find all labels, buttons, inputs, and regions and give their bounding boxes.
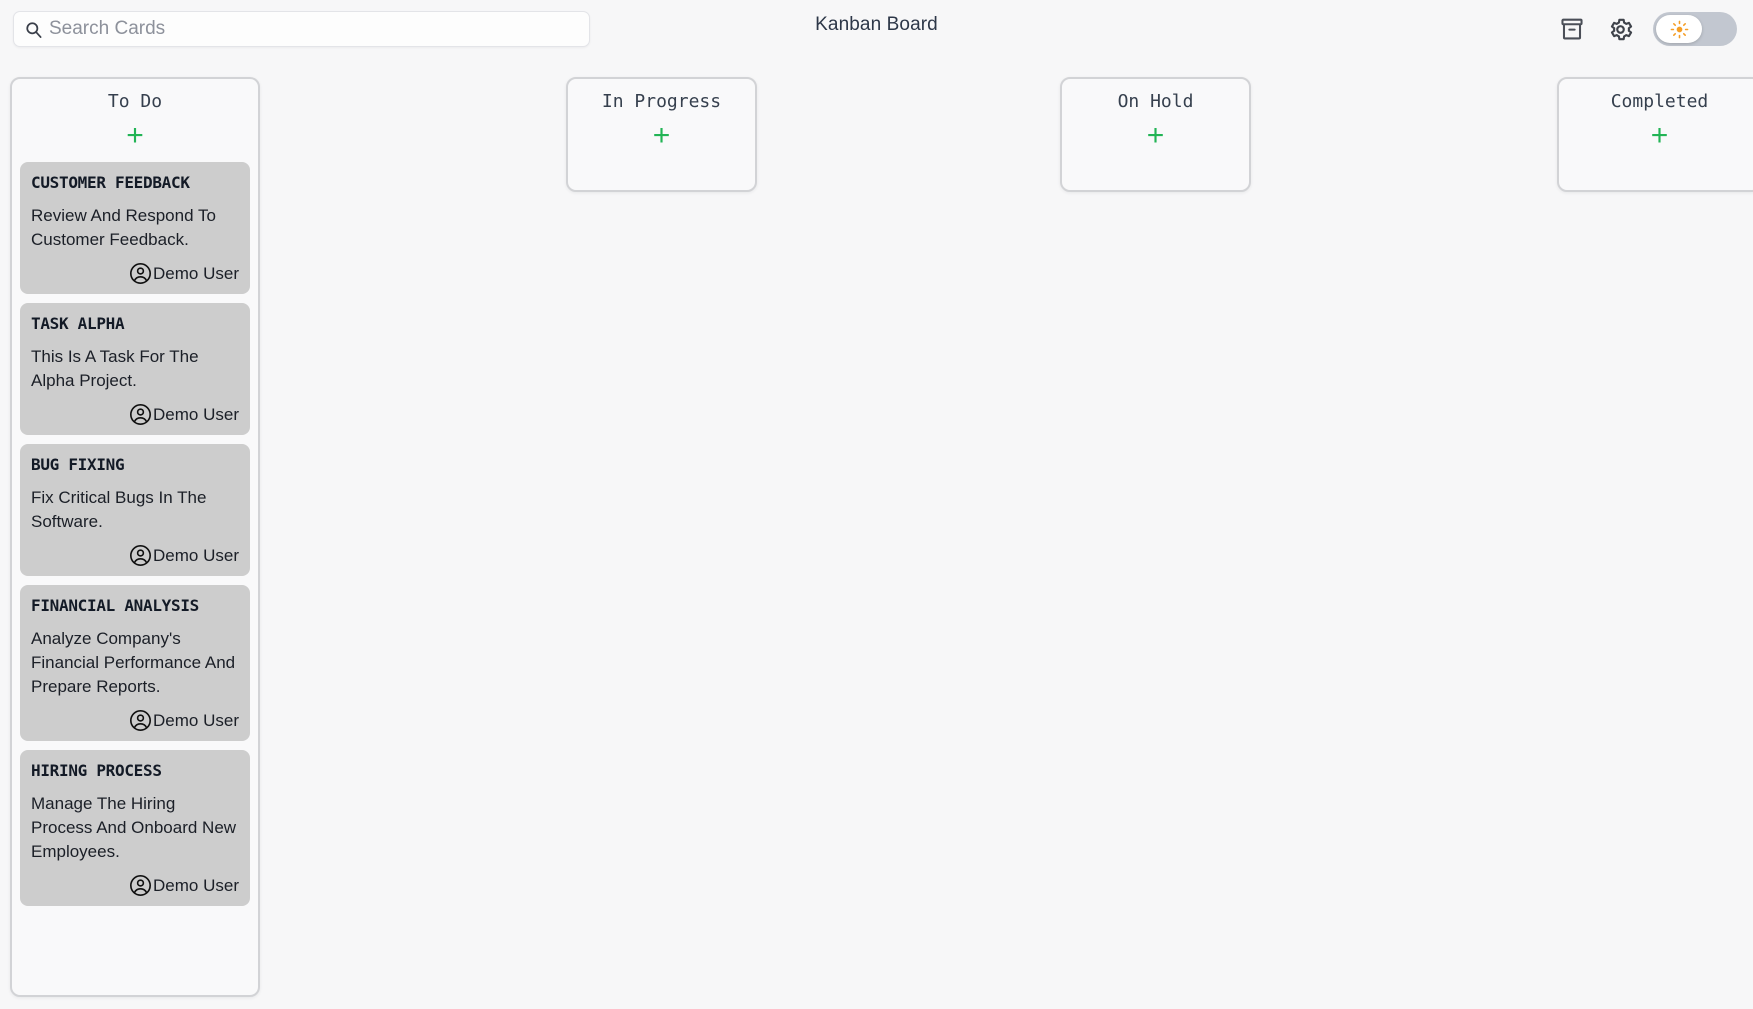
column-header: In Progress + <box>568 79 755 151</box>
settings-button[interactable] <box>1605 14 1635 44</box>
card-list <box>1559 162 1753 170</box>
gear-icon <box>1607 16 1634 43</box>
theme-toggle-knob <box>1656 15 1702 43</box>
avatar-icon <box>129 262 152 285</box>
card-description: Fix Critical Bugs In The Software. <box>31 488 207 531</box>
page-title: Kanban Board <box>815 14 938 35</box>
add-card-button[interactable]: + <box>648 121 676 151</box>
card-footer: Demo User <box>31 262 239 285</box>
card-title: CUSTOMER FEEDBACK <box>31 173 190 192</box>
column-completed[interactable]: Completed + <box>1557 77 1753 192</box>
column-header: To Do + <box>12 79 258 151</box>
column-title: To Do <box>107 91 163 112</box>
card[interactable]: BUG FIXING Fix Critical Bugs In The Soft… <box>20 444 250 576</box>
card-list <box>1062 162 1249 170</box>
column-to-do[interactable]: To Do + CUSTOMER FEEDBACK Review And Res… <box>10 77 260 997</box>
avatar-icon <box>129 403 152 426</box>
add-card-button[interactable]: + <box>1142 121 1170 151</box>
sun-icon <box>1670 20 1689 39</box>
column-title: Completed <box>1610 91 1709 112</box>
add-card-button[interactable]: + <box>121 121 149 151</box>
card-footer: Demo User <box>31 544 239 567</box>
card-title: HIRING PROCESS <box>31 761 162 780</box>
column-header: Completed + <box>1559 79 1753 151</box>
card-list: CUSTOMER FEEDBACK Review And Respond To … <box>12 162 258 914</box>
header-actions <box>1557 8 1737 50</box>
card-description: Manage The Hiring Process And Onboard Ne… <box>31 794 237 861</box>
card-description: Analyze Company's Financial Performance … <box>31 629 236 696</box>
card[interactable]: CUSTOMER FEEDBACK Review And Respond To … <box>20 162 250 294</box>
card-title: FINANCIAL ANALYSIS <box>31 596 199 615</box>
card-assignee: Demo User <box>153 545 239 565</box>
kanban-board: To Do + CUSTOMER FEEDBACK Review And Res… <box>0 70 1753 1009</box>
card-footer: Demo User <box>31 874 239 897</box>
card[interactable]: FINANCIAL ANALYSIS Analyze Company's Fin… <box>20 585 250 741</box>
card[interactable]: HIRING PROCESS Manage The Hiring Process… <box>20 750 250 906</box>
column-in-progress[interactable]: In Progress + <box>566 77 757 192</box>
card-assignee: Demo User <box>153 875 239 895</box>
theme-toggle[interactable] <box>1653 12 1737 46</box>
card-assignee: Demo User <box>153 263 239 283</box>
card-title: TASK ALPHA <box>31 314 125 333</box>
card-description: This Is A Task For The Alpha Project. <box>31 347 199 390</box>
archive-button[interactable] <box>1557 14 1587 44</box>
column-on-hold[interactable]: On Hold + <box>1060 77 1251 192</box>
card-title: BUG FIXING <box>31 455 125 474</box>
avatar-icon <box>129 874 152 897</box>
add-card-button[interactable]: + <box>1646 121 1674 151</box>
card-assignee: Demo User <box>153 404 239 424</box>
card[interactable]: TASK ALPHA This Is A Task For The Alpha … <box>20 303 250 435</box>
column-title: On Hold <box>1117 91 1194 112</box>
card-footer: Demo User <box>31 709 239 732</box>
archive-icon <box>1559 16 1585 42</box>
column-header: On Hold + <box>1062 79 1249 151</box>
column-title: In Progress <box>601 91 722 112</box>
avatar-icon <box>129 709 152 732</box>
card-assignee: Demo User <box>153 710 239 730</box>
card-footer: Demo User <box>31 403 239 426</box>
card-description: Review And Respond To Customer Feedback. <box>31 206 216 249</box>
app-header: Kanban Board <box>0 0 1753 58</box>
card-list <box>568 162 755 170</box>
avatar-icon <box>129 544 152 567</box>
